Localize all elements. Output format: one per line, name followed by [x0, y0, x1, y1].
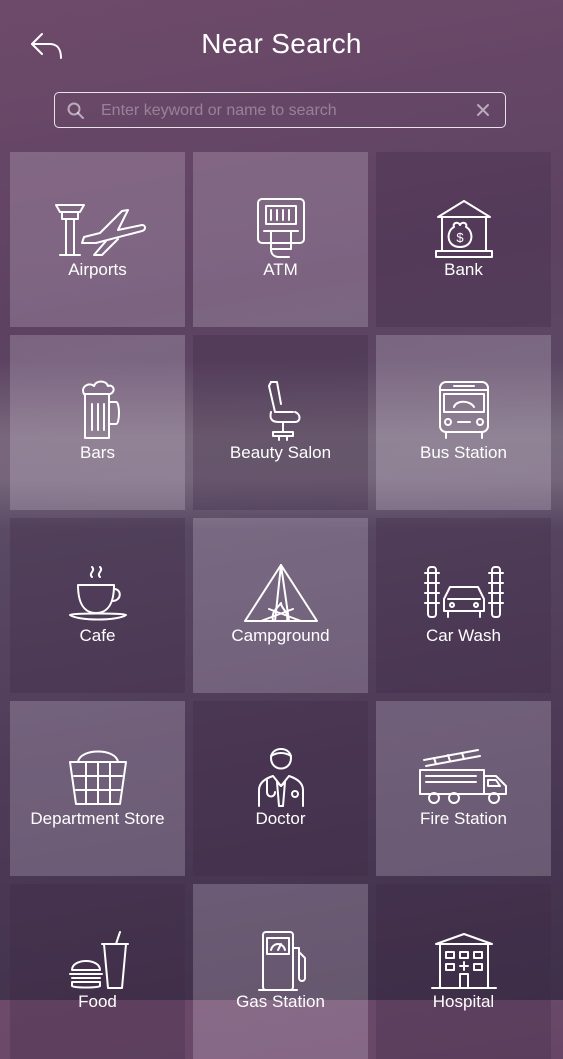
beer-mug-icon	[48, 380, 148, 442]
category-tile-beauty-salon[interactable]: Beauty Salon	[193, 335, 368, 510]
search-icon	[66, 101, 86, 121]
page-title: Near Search	[201, 28, 362, 59]
category-tile-car-wash[interactable]: Car Wash	[376, 518, 551, 693]
fire-truck-icon	[414, 746, 514, 808]
gas-pump-icon	[231, 930, 331, 992]
category-tile-airports[interactable]: Airports	[10, 152, 185, 327]
category-tile-hospital[interactable]: Hospital	[376, 884, 551, 1059]
category-label: Bank	[444, 260, 483, 279]
category-tile-food[interactable]: Food	[10, 884, 185, 1059]
category-tile-department-store[interactable]: Department Store	[10, 701, 185, 876]
category-label: Campground	[231, 626, 330, 645]
category-label: Cafe	[79, 626, 116, 645]
coffee-cup-icon	[48, 563, 148, 625]
category-label: Beauty Salon	[229, 443, 332, 462]
burger-drink-icon	[48, 930, 148, 992]
category-label: Department Store	[30, 809, 165, 828]
app-header: Near Search	[0, 0, 563, 90]
tent-icon	[231, 563, 331, 625]
category-tile-atm[interactable]: ATM	[193, 152, 368, 327]
category-label: Hospital	[432, 992, 495, 1011]
doctor-icon	[231, 746, 331, 808]
car-wash-icon	[414, 563, 514, 625]
category-tile-fire-station[interactable]: Fire Station	[376, 701, 551, 876]
category-label: Food	[78, 992, 117, 1011]
bus-icon	[414, 380, 514, 442]
atm-icon	[231, 197, 331, 259]
category-label: Fire Station	[420, 809, 507, 828]
category-label: Car Wash	[426, 626, 501, 645]
search-bar	[54, 92, 506, 128]
category-tile-bars[interactable]: Bars	[10, 335, 185, 510]
svg-text:$: $	[456, 230, 464, 245]
category-grid: Airports ATM $ Bank Bars Beauty Salon Bu…	[10, 152, 555, 1059]
category-tile-cafe[interactable]: Cafe	[10, 518, 185, 693]
hospital-icon	[414, 930, 514, 992]
search-input[interactable]	[99, 97, 473, 125]
airport-icon	[48, 197, 148, 259]
category-label: Bus Station	[420, 443, 507, 462]
clear-search-icon[interactable]	[475, 102, 491, 118]
bank-icon: $	[414, 197, 514, 259]
category-label: Gas Station	[236, 992, 325, 1011]
shopping-basket-icon	[48, 746, 148, 808]
category-label: Airports	[68, 260, 127, 279]
category-tile-bus-station[interactable]: Bus Station	[376, 335, 551, 510]
salon-chair-icon	[231, 380, 331, 442]
category-tile-doctor[interactable]: Doctor	[193, 701, 368, 876]
category-tile-bank[interactable]: $ Bank	[376, 152, 551, 327]
category-label: Bars	[80, 443, 115, 462]
category-label: Doctor	[255, 809, 306, 828]
category-tile-campground[interactable]: Campground	[193, 518, 368, 693]
category-label: ATM	[263, 260, 298, 279]
category-tile-gas-station[interactable]: Gas Station	[193, 884, 368, 1059]
